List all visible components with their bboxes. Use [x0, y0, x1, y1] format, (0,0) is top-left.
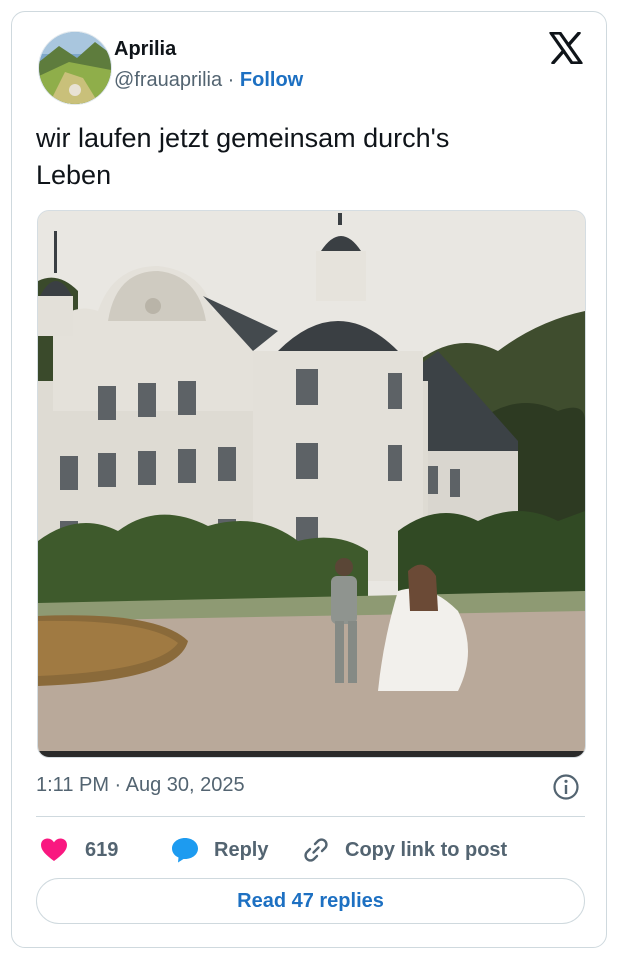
tweet-text-line-1: wir laufen jetzt gemeinsam durch's	[36, 123, 450, 153]
read-replies-button[interactable]: Read 47 replies	[36, 878, 585, 924]
link-icon	[301, 835, 331, 865]
like-button[interactable]: 619	[40, 832, 118, 868]
copy-link-label: Copy link to post	[345, 838, 508, 861]
copy-link-button[interactable]: Copy link to post	[301, 832, 507, 868]
tweet-photo[interactable]	[37, 210, 586, 758]
x-logo-icon[interactable]	[549, 31, 583, 65]
tweet-card: Aprilia @frauaprilia · Follow wir laufen…	[11, 11, 607, 948]
heart-icon	[40, 837, 68, 863]
display-name[interactable]: Aprilia	[114, 38, 176, 61]
handle-row: @frauaprilia · Follow	[114, 69, 303, 92]
user-handle[interactable]: @frauaprilia	[114, 69, 222, 91]
avatar[interactable]	[38, 31, 112, 105]
separator: ·	[222, 69, 240, 91]
reply-button[interactable]: Reply	[170, 832, 268, 868]
divider	[36, 816, 585, 817]
like-count: 619	[85, 838, 119, 861]
speech-bubble-icon	[170, 836, 200, 864]
action-bar: 619 Reply Copy link to post	[36, 832, 596, 868]
info-icon[interactable]	[552, 773, 580, 801]
follow-button[interactable]: Follow	[240, 69, 303, 91]
tweet-timestamp[interactable]: 1:11 PM · Aug 30, 2025	[36, 774, 245, 797]
reply-label: Reply	[214, 838, 269, 861]
tweet-text: wir laufen jetzt gemeinsam durch's Leben	[36, 120, 576, 194]
tweet-text-line-2: Leben	[36, 160, 112, 190]
